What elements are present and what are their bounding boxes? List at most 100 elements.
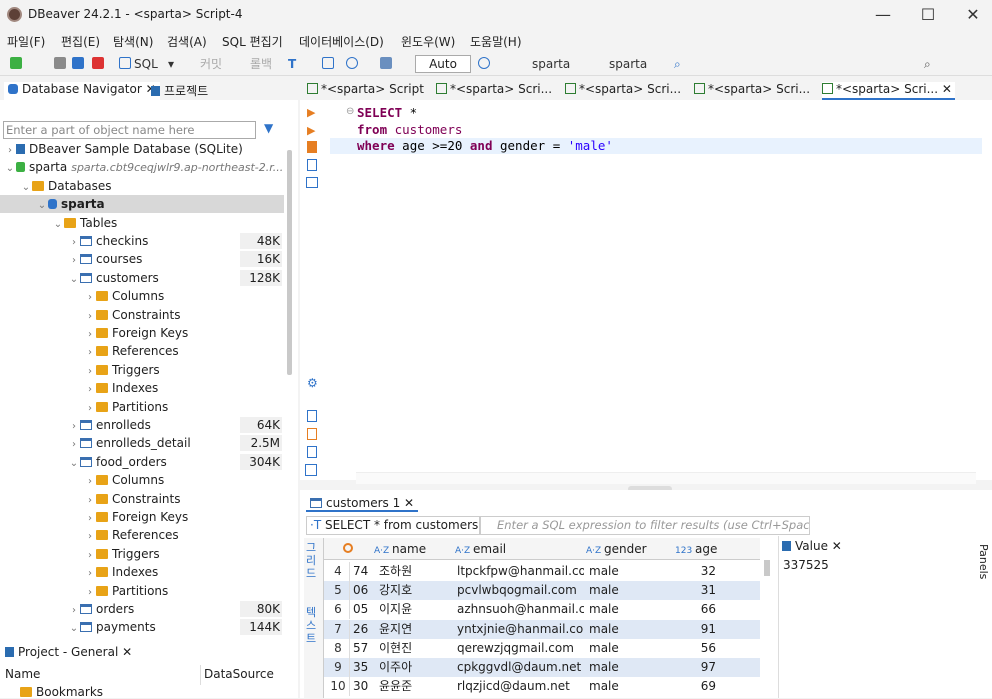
expand-caret-icon[interactable]: › <box>68 602 80 620</box>
collapse-caret-icon[interactable]: ⌄ <box>68 455 80 473</box>
text-view-toggle[interactable]: 텍스트 <box>306 606 320 645</box>
collapse-caret-icon[interactable]: ⌄ <box>68 620 80 638</box>
sql-editor[interactable] <box>300 100 992 480</box>
tree-node[interactable]: › Foreign Keys <box>0 508 284 526</box>
invalidate-icon[interactable] <box>72 57 84 69</box>
cell-id[interactable]: 05 <box>350 600 372 619</box>
explain-icon[interactable] <box>307 141 317 153</box>
expand-caret-icon[interactable]: › <box>68 234 80 252</box>
tree-node[interactable]: › Triggers <box>0 545 284 563</box>
cell-id[interactable]: 30 <box>350 677 372 696</box>
tab-database-navigator[interactable]: Database Navigator ✕ <box>4 82 160 100</box>
cell-id[interactable]: 26 <box>350 620 372 639</box>
auto-commit-box[interactable]: Auto <box>415 55 471 73</box>
tree-node[interactable]: › Partitions <box>0 582 284 600</box>
tree-node[interactable]: ⌄ sparta <box>0 195 284 214</box>
connect-icon[interactable] <box>54 57 66 69</box>
tree-node[interactable]: ⌄ food_orders 304K <box>0 453 284 471</box>
tree-node[interactable]: › orders 80K <box>0 600 284 618</box>
tree-node[interactable]: › Indexes <box>0 563 284 581</box>
cell-gender[interactable]: male <box>586 677 672 696</box>
tab-project[interactable]: 프로젝트 <box>151 82 208 99</box>
cell-email[interactable]: yntxjnie@hanmail.com <box>454 620 584 639</box>
expand-caret-icon[interactable]: › <box>84 400 96 418</box>
col-header-name[interactable]: A·Z name <box>374 538 426 562</box>
navigator-scrollbar[interactable] <box>287 150 292 375</box>
editor-tab-2[interactable]: *<sparta> Scri... <box>436 82 552 100</box>
search-icon[interactable]: ⌕ <box>674 55 681 73</box>
expand-caret-icon[interactable]: › <box>68 252 80 270</box>
commit-button[interactable]: 커밋 <box>200 55 222 73</box>
tree-node[interactable]: › References <box>0 342 284 360</box>
tree-node[interactable]: › Triggers <box>0 361 284 379</box>
cell-name[interactable]: 조하원 <box>376 562 454 581</box>
sql-editor-icon[interactable] <box>119 57 131 69</box>
menu-help[interactable]: 도움말(H) <box>470 33 522 50</box>
bookmarks-item[interactable]: Bookmarks <box>20 685 103 699</box>
menu-database[interactable]: 데이터베이스(D) <box>299 33 384 50</box>
cell-age[interactable]: 91 <box>674 620 738 639</box>
expand-caret-icon[interactable]: › <box>84 492 96 510</box>
tree-node[interactable]: › enrolleds 64K <box>0 416 284 434</box>
rollback-button[interactable]: 롤백 <box>250 55 272 73</box>
tree-node[interactable]: ⌄ customers 128K <box>0 269 284 287</box>
cell-name[interactable]: 윤지연 <box>376 620 454 639</box>
tree-node[interactable]: › Columns <box>0 287 284 305</box>
table-row[interactable]: 605이지윤azhnsuoh@hanmail.commale66 <box>324 600 760 620</box>
cell-n[interactable]: 6 <box>324 600 350 620</box>
cell-name[interactable]: 이주아 <box>376 658 454 677</box>
tree-node[interactable]: › enrolleds_detail 2.5M <box>0 434 284 452</box>
cell-email[interactable]: rlqzjicd@daum.net <box>454 677 584 696</box>
tree-node[interactable]: › Indexes <box>0 379 284 397</box>
results-filter-input[interactable]: Enter a SQL expression to filter results… <box>480 516 810 535</box>
active-schema[interactable]: sparta <box>609 55 647 73</box>
minimize-button[interactable]: — <box>868 4 898 26</box>
tree-node[interactable]: ⌄ payments 144K <box>0 618 284 636</box>
tree-node[interactable]: › Constraints <box>0 306 284 324</box>
tree-node[interactable]: › Foreign Keys <box>0 324 284 342</box>
cell-email[interactable]: cpkggvdl@daum.net <box>454 658 584 677</box>
cell-id[interactable]: 74 <box>350 562 372 581</box>
expand-caret-icon[interactable]: › <box>84 363 96 381</box>
tree-node[interactable]: ⌄ Tables <box>0 214 284 232</box>
new-connection-icon[interactable] <box>10 57 22 69</box>
history-icon[interactable] <box>478 57 490 69</box>
tree-node[interactable]: ⌄ Databases <box>0 177 284 195</box>
cell-name[interactable]: 이지윤 <box>376 600 454 619</box>
table-row[interactable]: 8 57 이현진 qerewzjqgmail.com male 56 <box>324 638 760 658</box>
cell-gender[interactable]: male <box>586 620 672 639</box>
expand-caret-icon[interactable]: › <box>68 436 80 454</box>
close-button[interactable]: ✕ <box>958 4 988 26</box>
expand-caret-icon[interactable]: › <box>84 510 96 528</box>
cell-age[interactable]: 69 <box>674 677 738 696</box>
execute-script-icon[interactable]: ▶ <box>307 124 315 137</box>
editor-tab-1[interactable]: *<sparta> Script <box>307 82 424 100</box>
results-scrollbar[interactable] <box>764 560 770 576</box>
menu-sql-editor[interactable]: SQL 편집기 <box>222 33 283 50</box>
expand-caret-icon[interactable]: › <box>84 289 96 307</box>
table-row[interactable]: 4 74 조하원 ltpckfpw@hanmail.com male 32 <box>324 562 760 581</box>
filter-icon[interactable]: ▼ <box>264 121 273 135</box>
load-script-icon[interactable] <box>307 159 317 171</box>
menu-search[interactable]: 검색(A) <box>167 33 207 50</box>
cell-email[interactable]: pcvlwbqogmail.com <box>454 581 584 600</box>
execute-statement-icon[interactable]: ▶ <box>307 106 315 119</box>
collapse-caret-icon[interactable]: ⌄ <box>4 160 16 178</box>
collapse-caret-icon[interactable]: ⌄ <box>20 179 32 197</box>
value-tab[interactable]: Value ✕ <box>782 539 842 553</box>
cell-n[interactable]: 7 <box>324 619 350 639</box>
format-icon[interactable] <box>307 446 317 458</box>
table-row[interactable]: 9 35 이주아 cpkggvdl@daum.net male 97 <box>324 658 760 677</box>
collapse-caret-icon[interactable]: ⌄ <box>68 271 80 289</box>
expand-caret-icon[interactable]: › <box>68 418 80 436</box>
results-tab[interactable]: customers 1 ✕ <box>306 496 419 512</box>
maximize-button[interactable]: ☐ <box>913 4 943 26</box>
cell-age[interactable]: 66 <box>674 600 738 619</box>
cell-gender[interactable]: male <box>586 600 672 619</box>
col-header-gender[interactable]: A·Z gender <box>586 538 647 562</box>
tree-node[interactable]: › DBeaver Sample Database (SQLite) <box>0 140 284 158</box>
cell-gender[interactable]: male <box>586 562 672 581</box>
menu-edit[interactable]: 편집(E) <box>61 33 100 50</box>
lock-icon[interactable] <box>322 57 334 69</box>
tree-node[interactable]: ⌄ sparta sparta.cbt9ceqjwlr9.ap-northeast-… <box>0 158 284 176</box>
